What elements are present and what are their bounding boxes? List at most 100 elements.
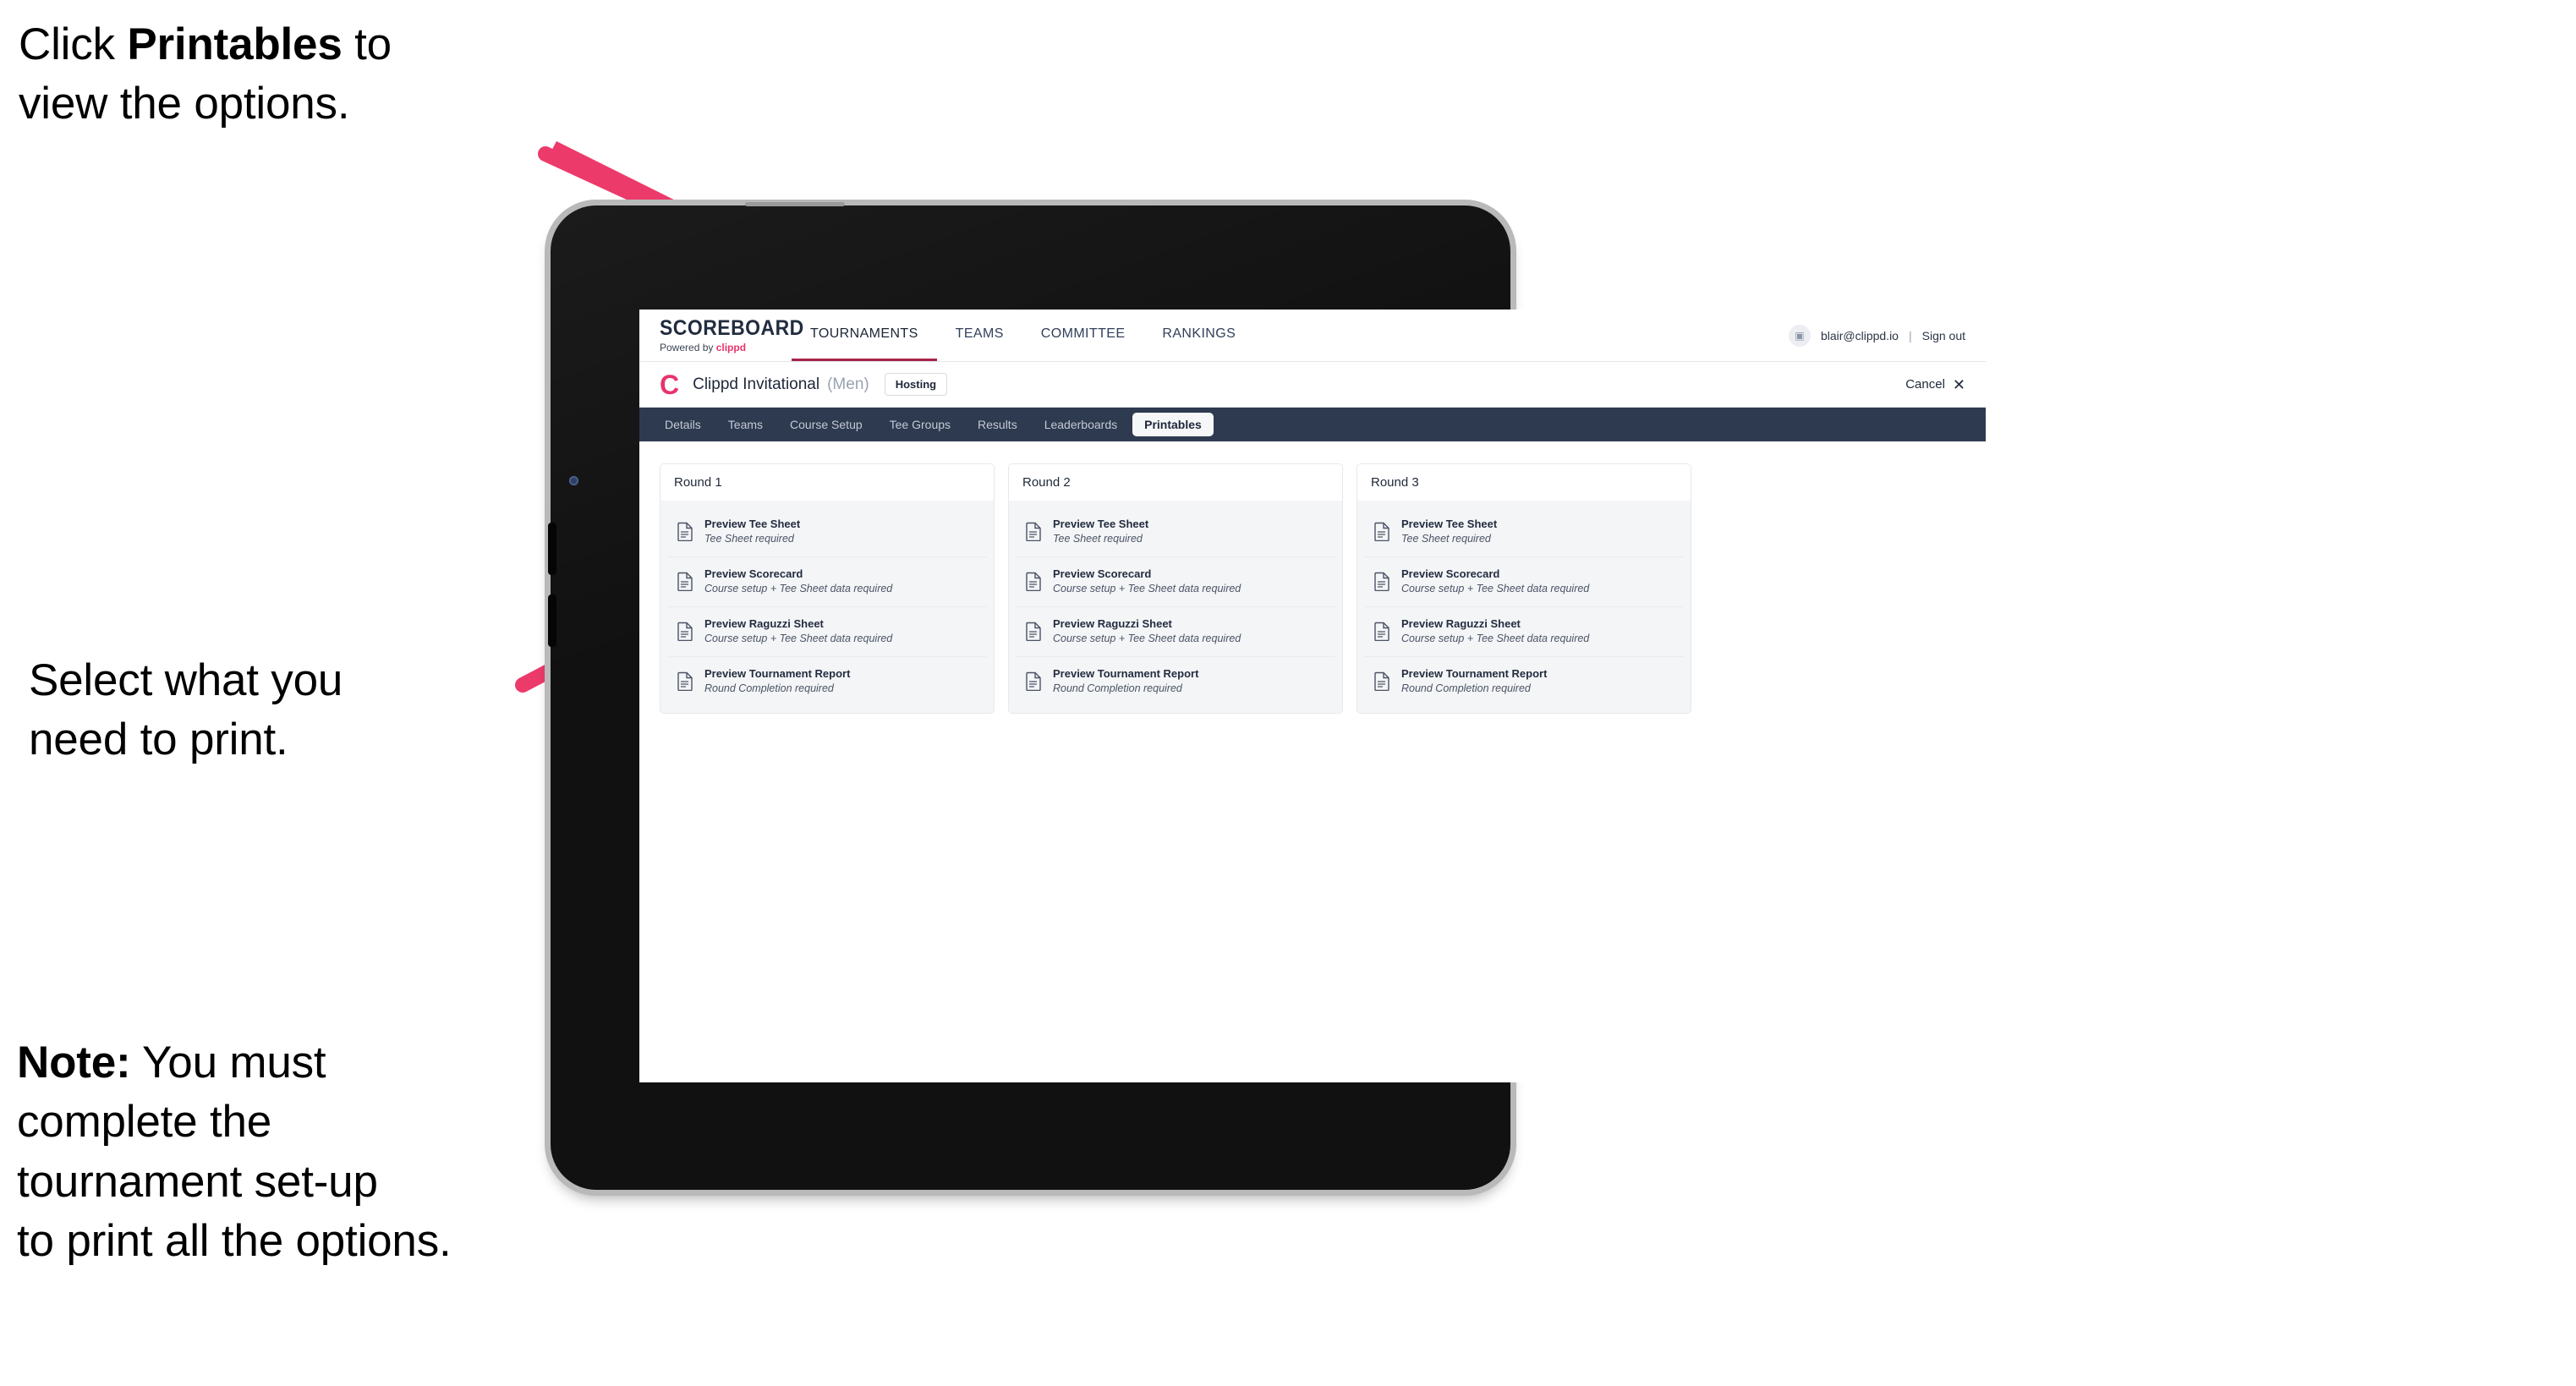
list-item-title: Preview Scorecard [1053,567,1152,580]
list-item[interactable]: Preview Tournament Report Round Completi… [667,656,987,706]
list-item-subtitle: Course setup + Tee Sheet data required [1401,583,1590,595]
list-item-title: Preview Raguzzi Sheet [704,616,824,630]
round-title: Round 3 [1357,464,1691,501]
tab-teams[interactable]: Teams [716,413,775,436]
tournament-header: C Clippd Invitational (Men) Hosting Canc… [639,362,1986,408]
round-title: Round 2 [1009,464,1342,501]
list-item-text: Preview Tournament Report Round Completi… [704,667,850,696]
document-icon [1374,572,1389,592]
cancel-button[interactable]: Cancel ✕ [1905,377,1965,392]
document-icon [677,622,693,642]
list-item-subtitle: Course setup + Tee Sheet data required [704,633,893,644]
tablet-volume-up-button[interactable] [548,523,556,575]
tablet-speaker-grille [745,202,845,206]
round-card: Round 3 Preview Tee Sheet Tee Sheet requ… [1357,463,1691,714]
tab-results[interactable]: Results [966,413,1029,436]
annotation-click-printables: Click Printables to view the options. [19,15,577,134]
list-item[interactable]: Preview Raguzzi Sheet Course setup + Tee… [1016,606,1335,657]
annotation-note-label: Note: [17,1038,131,1087]
list-item-title: Preview Tee Sheet [704,518,801,530]
tournament-name: Clippd Invitational [693,375,820,393]
tablet-camera-icon [569,476,578,485]
list-item-text: Preview Tee Sheet Tee Sheet required [1401,518,1497,546]
account-area: ▣ blair@clippd.io | Sign out [1788,310,1986,361]
list-item-text: Preview Raguzzi Sheet Course setup + Tee… [1053,617,1241,646]
list-item-title: Preview Raguzzi Sheet [1053,616,1172,630]
list-item-subtitle: Tee Sheet required [704,533,794,545]
list-item-text: Preview Scorecard Course setup + Tee She… [1401,567,1589,596]
list-item-subtitle: Course setup + Tee Sheet data required [1053,583,1241,595]
list-item-title: Preview Raguzzi Sheet [1401,616,1521,630]
clippd-logo-icon: C [660,369,680,400]
list-item-title: Preview Scorecard [704,567,803,580]
list-item-subtitle: Tee Sheet required [1053,533,1143,545]
document-icon [677,523,693,542]
list-item-subtitle: Tee Sheet required [1401,533,1491,545]
list-item-subtitle: Round Completion required [1401,682,1531,694]
list-item-subtitle: Course setup + Tee Sheet data required [1053,633,1241,644]
list-item[interactable]: Preview Raguzzi Sheet Course setup + Tee… [1364,606,1684,657]
tab-printables[interactable]: Printables [1132,413,1214,436]
app-header: SCOREBOARD Powered by clippd TOURNAMENTS… [639,310,1986,362]
tablet-volume-down-button[interactable] [548,594,556,647]
printables-content: Round 1 Preview Tee Sheet Tee Sheet requ… [639,441,1986,736]
list-item[interactable]: Preview Tee Sheet Tee Sheet required [667,507,987,557]
section-tabs: Details Teams Course Setup Tee Groups Re… [639,408,1986,441]
logo-powered-by: Powered by clippd [660,342,792,353]
tab-course-setup[interactable]: Course Setup [778,413,874,436]
list-item[interactable]: Preview Tee Sheet Tee Sheet required [1016,507,1335,557]
list-item[interactable]: Preview Tournament Report Round Completi… [1364,656,1684,706]
tab-leaderboards[interactable]: Leaderboards [1033,413,1129,436]
list-item-subtitle: Round Completion required [704,682,834,694]
list-item-text: Preview Tee Sheet Tee Sheet required [704,518,800,546]
list-item-text: Preview Tournament Report Round Completi… [1053,667,1198,696]
status-badge[interactable]: Hosting [884,373,948,396]
list-item[interactable]: Preview Tournament Report Round Completi… [1016,656,1335,706]
account-email: blair@clippd.io [1820,328,1899,342]
annotation-click-lead: Click [19,19,128,69]
list-item-title: Preview Tournament Report [1401,666,1548,680]
list-item-title: Preview Tournament Report [704,666,851,680]
sign-out-link[interactable]: Sign out [1922,329,1965,342]
logo-brand-clippd: clippd [715,342,747,353]
document-icon [677,572,693,592]
list-item[interactable]: Preview Tee Sheet Tee Sheet required [1364,507,1684,557]
round-card: Round 1 Preview Tee Sheet Tee Sheet requ… [660,463,995,714]
list-item-subtitle: Course setup + Tee Sheet data required [704,583,893,595]
annotation-click-bold: Printables [127,19,343,69]
close-icon: ✕ [1952,375,1965,393]
list-item[interactable]: Preview Scorecard Course setup + Tee She… [667,556,987,607]
document-icon [1374,671,1389,692]
tab-details[interactable]: Details [653,413,713,436]
round-items: Preview Tee Sheet Tee Sheet required Pre… [1009,501,1342,713]
logo-powered-text: Powered by [660,342,716,353]
app-screen: SCOREBOARD Powered by clippd TOURNAMENTS… [639,310,1986,1082]
list-item-text: Preview Scorecard Course setup + Tee She… [1053,567,1241,596]
tab-tee-groups[interactable]: Tee Groups [878,413,962,436]
document-icon [1026,572,1041,592]
list-item-title: Preview Tee Sheet [1053,518,1149,530]
tournament-gender: (Men) [827,375,869,393]
nav-item-teams[interactable]: TEAMS [937,310,1022,361]
avatar[interactable]: ▣ [1788,324,1811,347]
cancel-label: Cancel [1905,377,1945,392]
round-items: Preview Tee Sheet Tee Sheet required Pre… [660,501,994,713]
list-item-text: Preview Raguzzi Sheet Course setup + Tee… [704,617,892,646]
list-item[interactable]: Preview Scorecard Course setup + Tee She… [1364,556,1684,607]
logo-wordmark: SCOREBOARD [660,316,804,340]
round-items: Preview Tee Sheet Tee Sheet required Pre… [1357,501,1691,713]
round-card: Round 2 Preview Tee Sheet Tee Sheet requ… [1008,463,1343,714]
annotation-select-print: Select what you need to print. [29,655,343,765]
document-icon [1026,622,1041,642]
primary-navigation: TOURNAMENTS TEAMS COMMITTEE RANKINGS [792,310,1254,361]
scoreboard-logo[interactable]: SCOREBOARD Powered by clippd [639,310,804,361]
list-item[interactable]: Preview Raguzzi Sheet Course setup + Tee… [667,606,987,657]
list-item[interactable]: Preview Scorecard Course setup + Tee She… [1016,556,1335,607]
list-item-title: Preview Scorecard [1401,567,1500,580]
list-item-title: Preview Tee Sheet [1401,518,1498,530]
nav-item-tournaments[interactable]: TOURNAMENTS [792,310,937,361]
nav-item-committee[interactable]: COMMITTEE [1022,310,1144,361]
tablet-device: SCOREBOARD Powered by clippd TOURNAMENTS… [548,202,1986,1190]
account-separator: | [1908,328,1912,342]
nav-item-rankings[interactable]: RANKINGS [1143,310,1254,361]
